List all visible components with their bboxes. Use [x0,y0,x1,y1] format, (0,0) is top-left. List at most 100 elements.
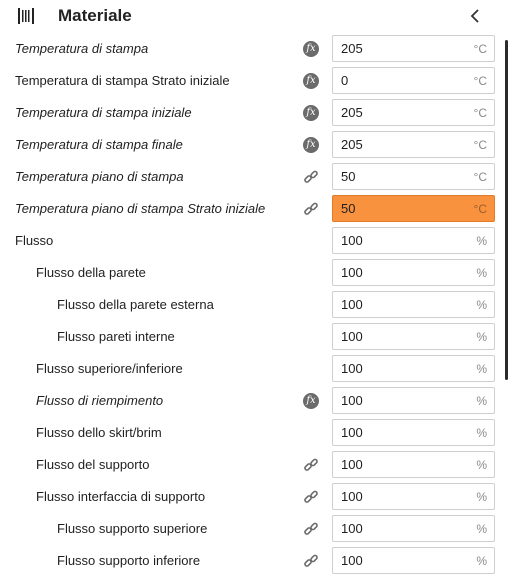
function-fx-icon[interactable]: fx [302,104,320,122]
setting-value: 205 [341,137,363,152]
setting-value: 100 [341,393,363,408]
setting-value: 100 [341,265,363,280]
setting-value-field[interactable]: 205 °C [332,131,495,158]
function-fx-icon[interactable]: fx [302,136,320,154]
setting-unit: % [476,554,487,568]
setting-value: 100 [341,457,363,472]
setting-unit: % [476,266,487,280]
setting-row: Temperatura di stampa iniziale fx 205 °C [0,97,509,129]
setting-value: 50 [341,201,356,216]
setting-label: Temperatura di stampa Strato iniziale [15,73,230,88]
setting-value: 50 [341,169,356,184]
setting-label: Flusso pareti interne [57,329,175,344]
setting-row: Temperatura di stampa fx 205 °C [0,33,509,65]
setting-row: Flusso supporto inferiore 100% [0,545,509,577]
setting-value: 100 [341,361,363,376]
setting-label: Temperatura di stampa [15,41,149,56]
link-icon[interactable] [302,168,320,186]
link-icon[interactable] [302,200,320,218]
setting-value-field[interactable]: 100% [332,451,495,478]
setting-value: 100 [341,233,363,248]
setting-unit: % [476,522,487,536]
setting-value: 100 [341,489,363,504]
setting-value-field[interactable]: 100% [332,355,495,382]
setting-value: 205 [341,41,363,56]
setting-row: Temperatura di stampa finale fx 205 °C [0,129,509,161]
link-icon[interactable] [302,456,320,474]
setting-label: Flusso di riempimento [36,393,164,408]
setting-label: Temperatura di stampa iniziale [15,105,192,120]
setting-unit: °C [473,106,487,120]
setting-unit: % [476,394,487,408]
collapse-section-button[interactable] [466,5,484,27]
setting-label: Temperatura di stampa finale [15,137,183,152]
setting-row: Temperatura piano di stampa 50 °C [0,161,509,193]
settings-list: Temperatura di stampa fx 205 °C Temperatura … [0,33,509,577]
setting-label: Flusso interfaccia di supporto [36,489,206,504]
setting-value-field[interactable]: 100% [332,323,495,350]
setting-label: Flusso della parete esterna [57,297,214,312]
setting-label: Flusso supporto superiore [57,521,208,536]
link-icon[interactable] [302,520,320,538]
setting-unit: °C [473,138,487,152]
link-icon[interactable] [302,552,320,570]
setting-value-field[interactable]: 0 °C [332,67,495,94]
material-spool-icon [18,8,34,24]
setting-label: Flusso della parete [36,265,146,280]
setting-label: Flusso superiore/inferiore [36,361,183,376]
scrollbar[interactable] [505,40,508,380]
setting-value-field[interactable]: 205 °C [332,35,495,62]
setting-value-field[interactable]: 100% [332,547,495,574]
setting-row: Temperatura di stampa Strato iniziale fx 0… [0,65,509,97]
setting-unit: °C [473,74,487,88]
setting-row: Flusso di riempimento fx 100% [0,385,509,417]
setting-unit: °C [473,202,487,216]
setting-unit: % [476,362,487,376]
setting-value: 100 [341,425,363,440]
setting-unit: % [476,458,487,472]
setting-value-field[interactable]: 100% [332,227,495,254]
function-fx-icon[interactable]: fx [302,40,320,58]
setting-value: 205 [341,105,363,120]
setting-row: Flusso interfaccia di supporto 100% [0,481,509,513]
setting-row: Flusso del supporto 100% [0,449,509,481]
function-fx-icon[interactable]: fx [302,72,320,90]
setting-row: Flusso pareti interne 100% [0,321,509,353]
setting-value-field[interactable]: 100% [332,387,495,414]
setting-label: Temperatura piano di stampa Strato inizi… [15,201,266,216]
setting-row: Flusso superiore/inferiore 100% [0,353,509,385]
setting-value-field[interactable]: 100% [332,483,495,510]
section-title: Materiale [58,6,132,25]
setting-unit: °C [473,42,487,56]
section-header: Materiale [0,0,509,33]
setting-label: Flusso dello skirt/brim [36,425,162,440]
setting-row: Flusso dello skirt/brim 100% [0,417,509,449]
setting-value-field[interactable]: 205 °C [332,99,495,126]
setting-unit: % [476,234,487,248]
setting-row: Temperatura piano di stampa Strato inizi… [0,193,509,225]
setting-label: Flusso [15,233,54,248]
function-fx-icon[interactable]: fx [302,392,320,410]
setting-label: Flusso del supporto [36,457,150,472]
chevron-left-icon [470,9,479,23]
setting-value: 100 [341,329,363,344]
setting-value-field[interactable]: 100% [332,291,495,318]
setting-value: 100 [341,297,363,312]
setting-row: Flusso 100% [0,225,509,257]
setting-unit: % [476,330,487,344]
setting-value: 100 [341,553,363,568]
setting-value-field[interactable]: 50 °C [332,195,495,222]
setting-label: Temperatura piano di stampa [15,169,184,184]
setting-value-field[interactable]: 100% [332,419,495,446]
setting-value-field[interactable]: 100% [332,259,495,286]
setting-value: 100 [341,521,363,536]
link-icon[interactable] [302,488,320,506]
setting-label: Flusso supporto inferiore [57,553,201,568]
setting-row: Flusso supporto superiore 100% [0,513,509,545]
setting-value: 0 [341,73,349,88]
setting-value-field[interactable]: 50 °C [332,163,495,190]
setting-unit: % [476,298,487,312]
setting-row: Flusso della parete 100% [0,257,509,289]
setting-value-field[interactable]: 100% [332,515,495,542]
setting-unit: °C [473,170,487,184]
